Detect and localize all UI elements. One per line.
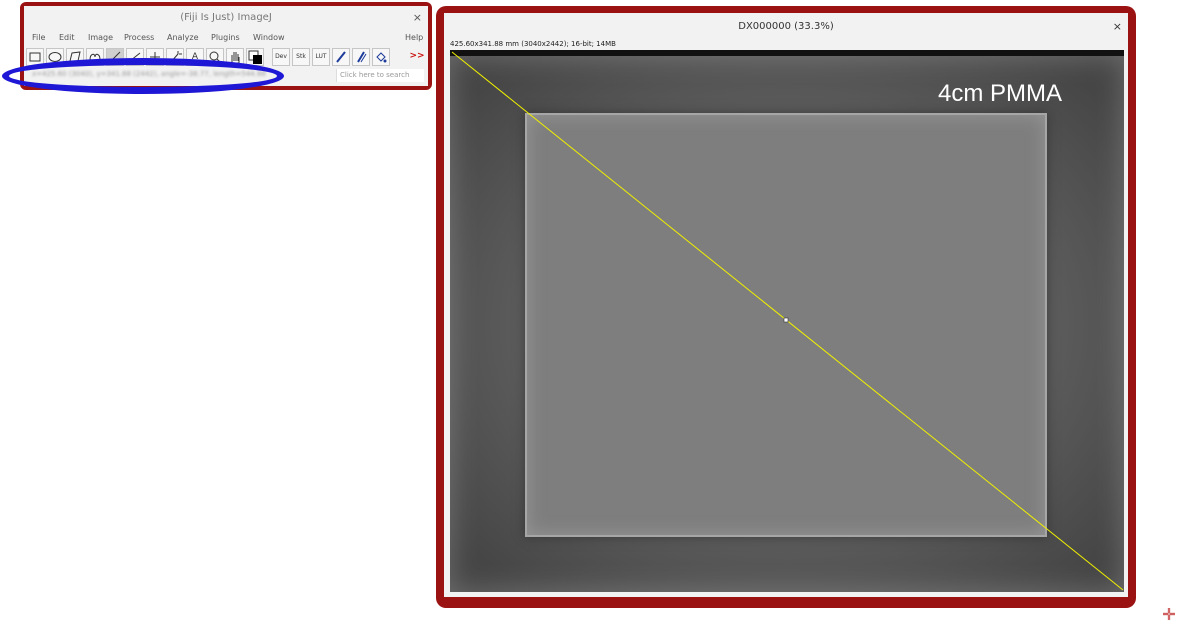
image-window-title: DX000000 (33.3%)	[738, 21, 834, 32]
lut-menu-button[interactable]: LUT	[312, 48, 330, 66]
imagej-title: (Fiji Is Just) ImageJ	[180, 12, 272, 23]
menu-help[interactable]: Help	[405, 33, 423, 42]
pencil-icon[interactable]	[332, 48, 350, 66]
search-input[interactable]: Click here to search	[336, 69, 424, 82]
menu-process[interactable]: Process	[124, 33, 154, 42]
menubar: File Edit Image Process Analyze Plugins …	[24, 30, 428, 46]
close-icon[interactable]: ×	[413, 6, 422, 30]
menu-analyze[interactable]: Analyze	[167, 33, 199, 42]
menu-image[interactable]: Image	[88, 33, 113, 42]
annotation-ellipse	[2, 58, 284, 94]
image-window: DX000000 (33.3%) × 425.60x341.88 mm (304…	[444, 13, 1128, 597]
crosshair-cursor-icon	[1163, 608, 1175, 620]
flood-fill-icon[interactable]	[372, 48, 390, 66]
stack-menu-button[interactable]: Stk	[292, 48, 310, 66]
more-tools-button[interactable]: >>	[408, 48, 426, 66]
developer-menu-button[interactable]: Dev	[272, 48, 290, 66]
image-info: 425.60x341.88 mm (3040x2442); 16-bit; 14…	[450, 40, 616, 48]
brush-icon[interactable]	[352, 48, 370, 66]
close-icon[interactable]: ×	[1113, 13, 1122, 41]
line-roi-handle[interactable]	[783, 317, 789, 323]
menu-edit[interactable]: Edit	[59, 33, 75, 42]
menu-plugins[interactable]: Plugins	[211, 33, 240, 42]
menu-window[interactable]: Window	[253, 33, 285, 42]
menu-file[interactable]: File	[32, 33, 45, 42]
line-roi[interactable]	[450, 50, 1124, 592]
image-canvas[interactable]: 4cm PMMA	[450, 50, 1124, 592]
